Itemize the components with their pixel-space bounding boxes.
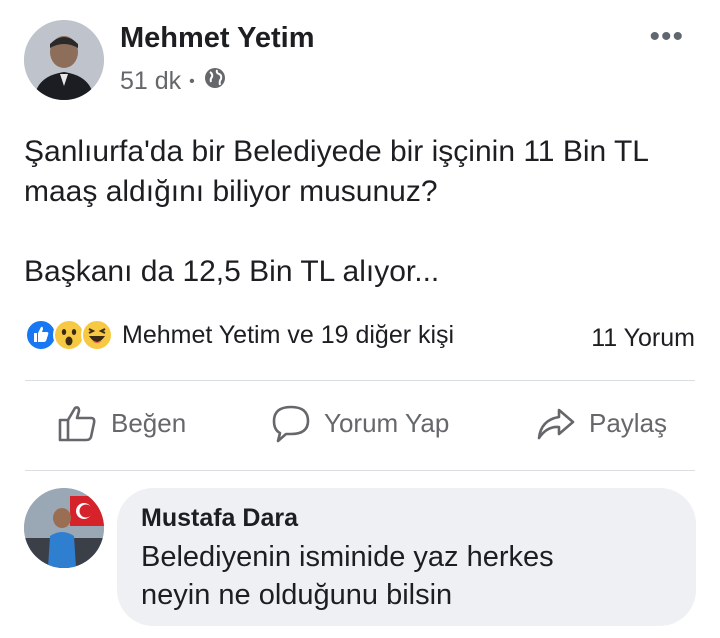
- author-avatar[interactable]: [24, 20, 104, 100]
- post-body-text: Şanlıurfa'da bir Belediyede bir işçinin …: [24, 135, 649, 288]
- reactions-summary[interactable]: Mehmet Yetim ve 19 diğer kişi: [24, 318, 454, 352]
- share-arrow-icon: [535, 402, 577, 444]
- comment-bubble-icon: [270, 402, 312, 444]
- reaction-icons: [24, 318, 114, 352]
- post-author-name[interactable]: Mehmet Yetim: [120, 22, 314, 55]
- reactions-summary-text[interactable]: Mehmet Yetim ve 19 diğer kişi: [122, 321, 454, 350]
- comment-button-label: Yorum Yap: [324, 407, 450, 438]
- globe-icon: [203, 66, 227, 97]
- comment-count[interactable]: 11 Yorum: [591, 324, 695, 353]
- comment-author-name[interactable]: Mustafa Dara: [141, 504, 298, 533]
- divider: [25, 380, 695, 381]
- comment-button[interactable]: Yorum Yap: [270, 402, 449, 444]
- person-silhouette-icon: [24, 20, 104, 100]
- share-button[interactable]: Paylaş: [535, 402, 667, 444]
- divider: [25, 470, 695, 471]
- haha-icon: [80, 318, 114, 352]
- share-button-label: Paylaş: [589, 407, 668, 438]
- like-button[interactable]: Beğen: [57, 402, 186, 444]
- meta-separator: •: [189, 72, 195, 90]
- comment-text: Belediyenin isminide yaz herkes neyin ne…: [141, 541, 554, 611]
- thumbs-up-icon: [57, 402, 99, 444]
- more-options-button[interactable]: •••: [649, 22, 684, 52]
- commenter-photo-icon: [24, 488, 104, 568]
- commenter-avatar[interactable]: [24, 488, 104, 568]
- post-meta: 51 dk •: [120, 66, 227, 97]
- post-timestamp[interactable]: 51 dk: [120, 67, 181, 96]
- like-button-label: Beğen: [111, 407, 187, 438]
